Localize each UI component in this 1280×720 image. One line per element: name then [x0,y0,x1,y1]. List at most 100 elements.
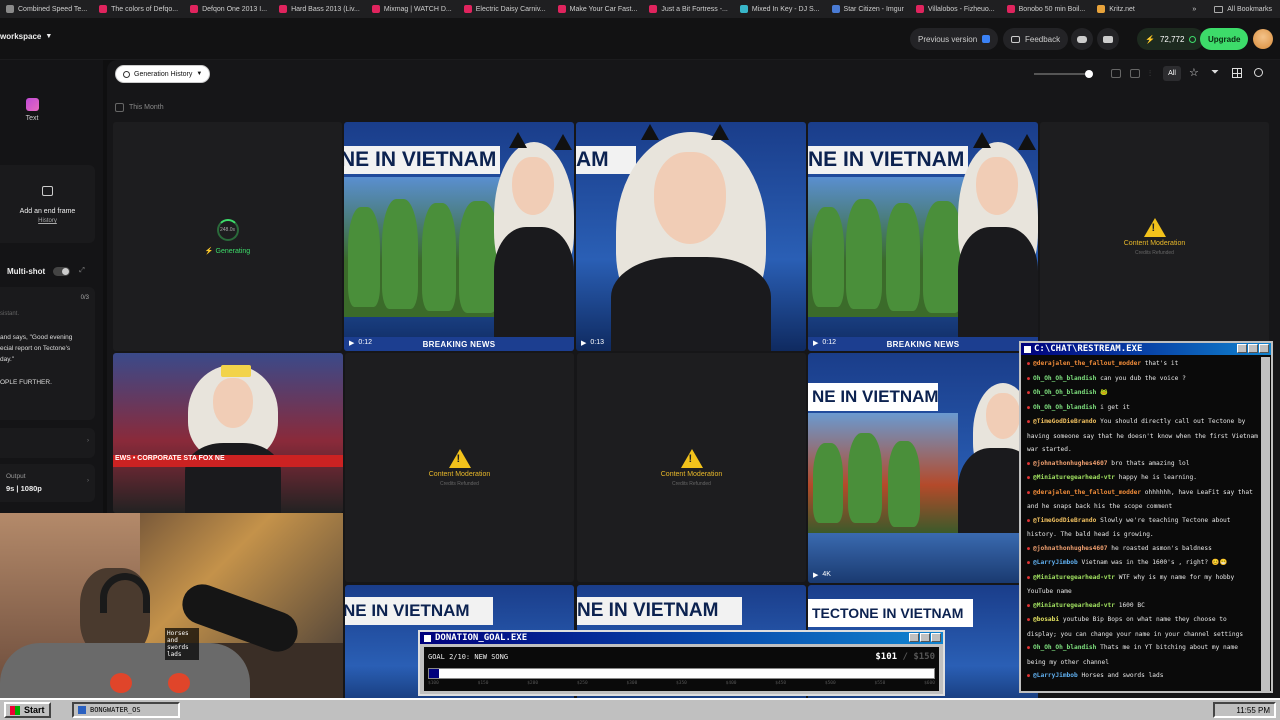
bookmark-label: Electric Daisy Carniv... [475,5,546,13]
upgrade-button[interactable]: Upgrade [1200,28,1249,50]
bookmarks-bar: Combined Speed Te... The colors of Defqo.… [0,0,1280,18]
youtube-button[interactable] [1097,28,1119,50]
overflow-chevron-icon[interactable]: » [1192,6,1196,13]
chat-text: happy he is learning. [1118,474,1197,481]
chat-username: Oh_Oh_Oh_blandish [1033,403,1097,411]
chat-username: @johnathonhughes4607 [1033,459,1108,467]
bookmark-item[interactable]: Hard Bass 2013 (Liv... [273,5,366,13]
bookmark-favicon-icon [6,5,14,13]
expand-icon[interactable]: ⤢ [79,267,85,275]
chat-scrollbar[interactable] [1261,357,1270,691]
overlay-caption: Horses and swords lads [165,628,199,660]
minimize-button[interactable] [1237,344,1247,353]
moderation-tile[interactable]: Content Moderation Credits Refunded [577,353,806,582]
multishot-label: Multi-shot [7,266,46,276]
generation-history-button[interactable]: Generation History ▼ [115,65,211,83]
video-tile-2[interactable]: AM ▶ 0:13 [576,122,806,351]
text-mode-button[interactable]: Text [18,98,46,122]
chat-message: ● Oh_Oh_Oh_blandish can you dub the voic… [1027,372,1259,387]
donation-progress-track [428,668,935,679]
close-button[interactable] [1259,344,1269,353]
info-icon [1189,35,1197,43]
end-frame-card[interactable]: Add an end frame History [0,165,95,243]
chat-username: @TimeGodDieBrando [1033,418,1097,425]
previous-version-label: Previous version [918,34,978,44]
maximize-button[interactable] [1248,344,1258,353]
multishot-toggle[interactable] [53,266,71,276]
bookmark-item[interactable]: Kritz.net [1091,5,1141,13]
chat-username: @Miniaturegearhead-vtr [1033,601,1115,609]
select-checkbox[interactable] [115,103,124,112]
video-tile-1[interactable]: NE IN VIETNAM BREAKING NEWS ▶ 0:12 [344,122,574,351]
bookmark-item[interactable]: Just a Bit Fortress -... [643,5,734,13]
close-button[interactable] [931,633,941,642]
discord-icon [1077,35,1087,43]
filter-audio-icon[interactable]: ⫶ [1149,69,1151,79]
multishot-row: Multi-shot ⤢ [7,265,87,277]
size-slider[interactable] [1034,70,1093,78]
bookmark-label: Combined Speed Te... [18,5,88,13]
output-card[interactable]: Output 9s | 1080p › [0,464,95,502]
search-icon[interactable] [1254,68,1263,77]
headline-banner: AM [576,146,636,174]
bookmark-item[interactable]: Bonobo 50 min Boil... [1001,5,1092,13]
donation-amount-row: $101 / $150 [875,652,935,662]
avatar[interactable] [1253,29,1273,49]
chat-username: @LarryJimbob [1033,559,1078,566]
bookmark-item[interactable]: Star Citizen - Imgur [826,5,910,13]
donation-tick: $400 [725,681,737,686]
bookmark-item[interactable]: Villalobos - Fizheuo... [910,5,1001,13]
donation-tick: $600 [924,681,935,686]
grid-icon[interactable] [1232,68,1242,78]
headline-banner: NE IN VIETNAM [808,146,968,174]
prompt-card[interactable]: 0/3 sistant. and says, "Good evening eci… [0,287,95,420]
filter-all-tab[interactable]: All [1163,66,1181,81]
clock: 11:55 PM [1213,702,1276,718]
video-tile-4[interactable]: NE IN VIETNAM ▶ 4K [808,353,1038,583]
bookmark-favicon-icon [99,5,108,13]
bookmark-item[interactable]: Mixmag | WATCH D... [366,5,458,13]
video-tile-fox[interactable]: EWS • CORPORATE STA FOX NE [113,353,343,513]
chat-text: i get it [1100,403,1130,411]
donation-title: DONATION_GOAL.EXE [435,633,528,643]
prompt-line-3: day." [0,356,15,363]
minimize-button[interactable] [909,633,919,642]
progress-ring: 248.0s [216,218,239,241]
filter-image-icon[interactable] [1111,69,1121,78]
funnel-icon[interactable]: ⏷ [1211,67,1219,78]
start-button[interactable]: Start [4,702,51,718]
bookmark-item[interactable]: Mixed In Key - DJ S... [734,5,826,13]
moderation-tile[interactable]: Content Moderation Credits Refunded [1040,122,1269,351]
star-icon[interactable]: ☆ [1189,66,1199,79]
discord-button[interactable] [1071,28,1093,50]
breaking-news-ticker: BREAKING NEWS [344,337,574,351]
bookmark-favicon-icon [1006,5,1015,13]
chat-text: 1600 BC [1118,601,1145,609]
moderation-tile[interactable]: Content Moderation Credits Refunded [345,353,574,582]
history-link[interactable]: History [0,218,95,224]
maximize-button[interactable] [920,633,930,642]
taskbar-app[interactable]: BONGWATER_OS [72,702,180,718]
bookmark-item[interactable]: Make Your Car Fast... [552,5,644,13]
chat-titlebar: C:\CHAT\RESTREAM.EXE [1021,343,1271,355]
fox-ticker: EWS • CORPORATE STA FOX NE [113,455,343,467]
video-tile-3[interactable]: NE IN VIETNAM BREAKING NEWS ▶ 0:12 [808,122,1038,351]
workspace-selector[interactable]: workspace ▼ [0,32,52,41]
bookmark-label: The colors of Defqo... [111,5,179,13]
bookmark-item[interactable]: The colors of Defqo... [93,5,184,13]
filter-video-icon[interactable] [1130,69,1140,78]
bookmark-item[interactable]: Electric Daisy Carniv... [458,5,552,13]
bookmark-label: Kritz.net [1109,5,1135,13]
text-mode-label: Text [25,115,39,122]
previous-version-button[interactable]: Previous version [910,28,999,50]
donation-progress-fill [429,669,440,678]
donation-goal-label: GOAL 2/10: NEW SONG [428,653,509,661]
bookmark-item[interactable]: Defqon One 2013 I... [184,5,273,13]
feedback-button[interactable]: Feedback [1003,28,1069,50]
chat-text: Horses and swords lads [1081,672,1164,679]
settings-card[interactable]: › [0,428,95,458]
credits-display[interactable]: ⚡ 72,772 [1137,28,1205,50]
bookmark-item[interactable]: Combined Speed Te... [0,5,93,13]
all-bookmarks-button[interactable]: » All Bookmarks [1186,0,1272,18]
generating-tile[interactable]: 248.0s ⚡ Generating [113,122,342,351]
